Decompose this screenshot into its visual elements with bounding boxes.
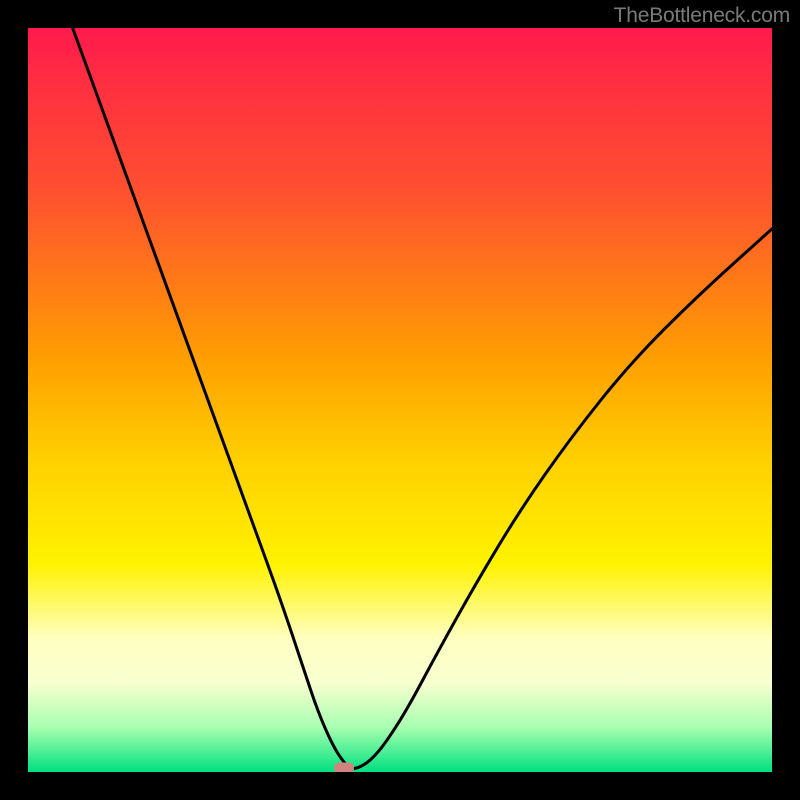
bottleneck-curve — [73, 28, 772, 768]
watermark-text: TheBottleneck.com — [614, 4, 790, 28]
optimal-marker — [334, 763, 354, 773]
plot-area — [28, 28, 772, 772]
chart-frame: TheBottleneck.com — [0, 0, 800, 800]
curve-svg — [28, 28, 772, 772]
